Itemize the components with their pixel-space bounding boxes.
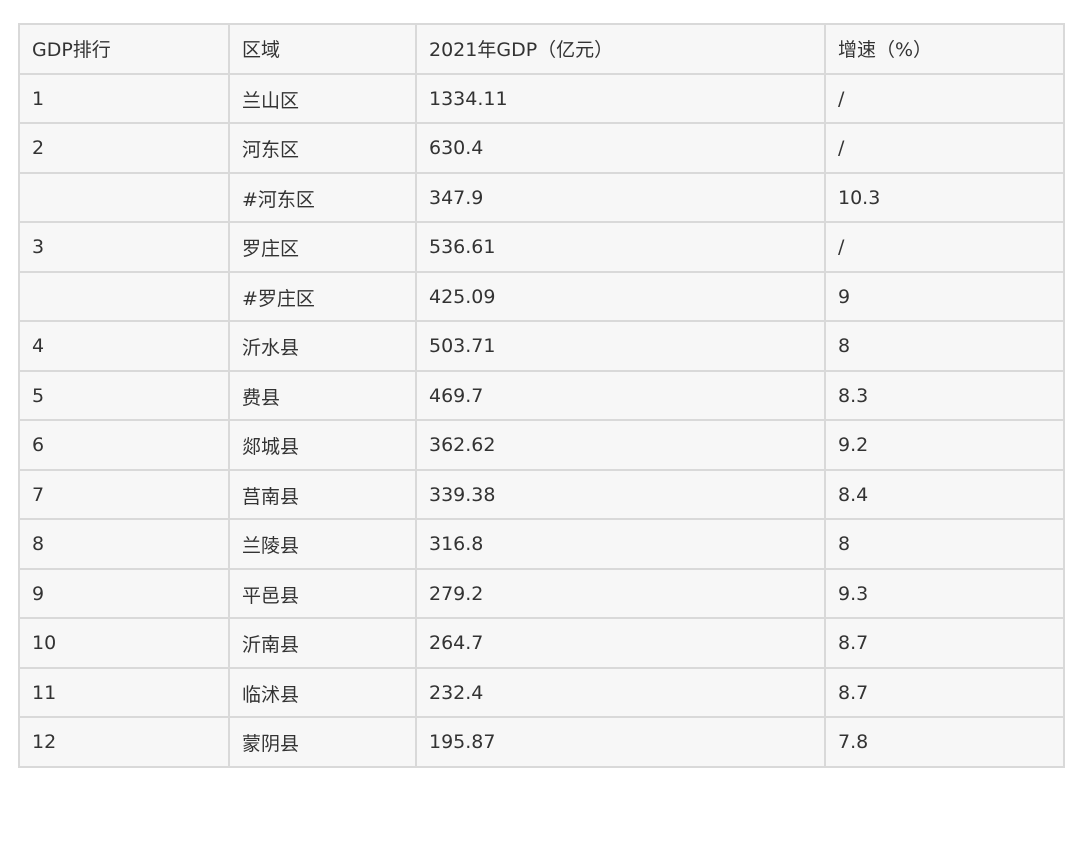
table-row: #河东区 347.9 10.3: [18, 171, 1065, 223]
cell-rank: 8: [18, 518, 230, 570]
cell-region: #罗庄区: [228, 270, 417, 322]
table-row: 1 兰山区 1334.11 /: [18, 72, 1065, 124]
cell-region: 河东区: [228, 122, 417, 174]
cell-gdp: 630.4: [415, 122, 826, 174]
header-rank: GDP排行: [18, 23, 230, 75]
table-row: 8 兰陵县 316.8 8: [18, 518, 1065, 570]
cell-gdp: 279.2: [415, 567, 826, 619]
cell-rank: 3: [18, 221, 230, 273]
cell-region: 罗庄区: [228, 221, 417, 273]
cell-gdp: 339.38: [415, 468, 826, 520]
cell-region: 临沭县: [228, 666, 417, 718]
table-row: 12 蒙阴县 195.87 7.8: [18, 716, 1065, 768]
cell-gdp: 232.4: [415, 666, 826, 718]
cell-region: 莒南县: [228, 468, 417, 520]
cell-growth: 8.3: [824, 369, 1065, 421]
header-gdp-2021: 2021年GDP（亿元）: [415, 23, 826, 75]
cell-gdp: 347.9: [415, 171, 826, 223]
cell-region: 沂水县: [228, 320, 417, 372]
cell-gdp: 536.61: [415, 221, 826, 273]
cell-growth: 8.4: [824, 468, 1065, 520]
cell-gdp: 1334.11: [415, 72, 826, 124]
cell-gdp: 425.09: [415, 270, 826, 322]
cell-growth: 8: [824, 320, 1065, 372]
cell-growth: /: [824, 221, 1065, 273]
gdp-ranking-table: GDP排行 区域 2021年GDP（亿元） 增速（%） 1 兰山区 1334.1…: [18, 23, 1065, 768]
table-row: 4 沂水县 503.71 8: [18, 320, 1065, 372]
cell-growth: 9: [824, 270, 1065, 322]
cell-region: 费县: [228, 369, 417, 421]
cell-rank: [18, 171, 230, 223]
gdp-table-container: GDP排行 区域 2021年GDP（亿元） 增速（%） 1 兰山区 1334.1…: [18, 23, 1065, 768]
table-row: 9 平邑县 279.2 9.3: [18, 567, 1065, 619]
table-row: 11 临沭县 232.4 8.7: [18, 666, 1065, 718]
table-row: 6 郯城县 362.62 9.2: [18, 419, 1065, 471]
table-row: 5 费县 469.7 8.3: [18, 369, 1065, 421]
cell-growth: 8.7: [824, 666, 1065, 718]
cell-rank: 10: [18, 617, 230, 669]
cell-rank: 12: [18, 716, 230, 768]
cell-rank: 5: [18, 369, 230, 421]
cell-rank: 9: [18, 567, 230, 619]
cell-growth: 8: [824, 518, 1065, 570]
cell-gdp: 195.87: [415, 716, 826, 768]
cell-region: 郯城县: [228, 419, 417, 471]
cell-rank: 1: [18, 72, 230, 124]
cell-gdp: 469.7: [415, 369, 826, 421]
cell-region: 平邑县: [228, 567, 417, 619]
table-row: 3 罗庄区 536.61 /: [18, 221, 1065, 273]
cell-rank: 4: [18, 320, 230, 372]
cell-growth: 10.3: [824, 171, 1065, 223]
cell-rank: 6: [18, 419, 230, 471]
table-row: 10 沂南县 264.7 8.7: [18, 617, 1065, 669]
table-row: 7 莒南县 339.38 8.4: [18, 468, 1065, 520]
cell-gdp: 503.71: [415, 320, 826, 372]
cell-rank: 2: [18, 122, 230, 174]
header-region: 区域: [228, 23, 417, 75]
cell-growth: /: [824, 122, 1065, 174]
cell-growth: 7.8: [824, 716, 1065, 768]
cell-growth: 9.3: [824, 567, 1065, 619]
cell-gdp: 264.7: [415, 617, 826, 669]
table-header-row: GDP排行 区域 2021年GDP（亿元） 增速（%）: [18, 23, 1065, 75]
cell-region: 兰陵县: [228, 518, 417, 570]
cell-growth: 9.2: [824, 419, 1065, 471]
cell-region: 沂南县: [228, 617, 417, 669]
cell-region: 蒙阴县: [228, 716, 417, 768]
cell-growth: /: [824, 72, 1065, 124]
cell-rank: 7: [18, 468, 230, 520]
table-row: #罗庄区 425.09 9: [18, 270, 1065, 322]
cell-rank: 11: [18, 666, 230, 718]
table-row: 2 河东区 630.4 /: [18, 122, 1065, 174]
cell-growth: 8.7: [824, 617, 1065, 669]
cell-gdp: 316.8: [415, 518, 826, 570]
cell-gdp: 362.62: [415, 419, 826, 471]
cell-region: #河东区: [228, 171, 417, 223]
cell-region: 兰山区: [228, 72, 417, 124]
header-growth-rate: 增速（%）: [824, 23, 1065, 75]
cell-rank: [18, 270, 230, 322]
